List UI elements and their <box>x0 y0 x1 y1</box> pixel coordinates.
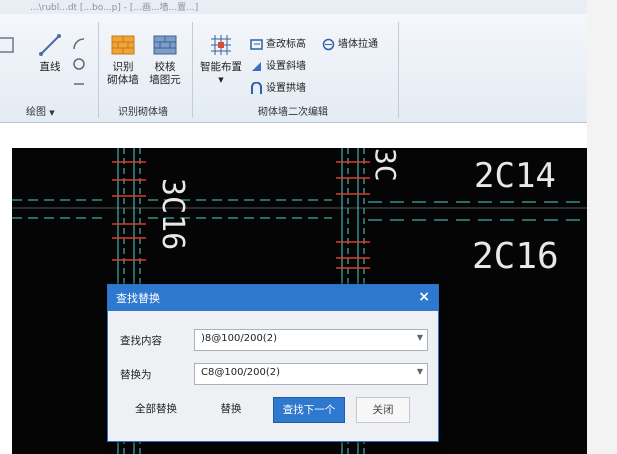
replace-with-label: 替换为 <box>120 369 152 381</box>
chevron-down-icon: ▼ <box>416 333 423 342</box>
wall-extend-button[interactable]: 墙体拉通 <box>322 34 378 50</box>
screen: ...\rubl...dt [...bo...p] - [...画...墙...… <box>0 0 617 454</box>
identify-masonry-wall-button[interactable]: 识别 砌体墙 <box>103 32 143 87</box>
straight-line-button[interactable]: 直线 <box>30 32 70 74</box>
find-content-label: 查找内容 <box>120 335 162 347</box>
identify-group-label: 识别砌体墙 <box>118 107 168 118</box>
replace-button[interactable]: 替换 <box>208 397 254 421</box>
partial-icon <box>0 32 17 58</box>
circle-tool-button[interactable] <box>72 56 86 75</box>
circle-icon <box>73 58 85 70</box>
check-elevation-button[interactable]: 查改标高 <box>250 34 306 50</box>
find-next-button[interactable]: 查找下一个 <box>273 397 345 423</box>
grid-layout-icon <box>208 32 234 58</box>
title-bar: ...\rubl...dt [...bo...p] - [...画...墙...… <box>0 0 595 14</box>
point-tool-button[interactable] <box>72 76 86 95</box>
chevron-down-icon: ▼ <box>416 367 423 376</box>
close-button[interactable]: 关闭 <box>356 397 410 423</box>
group-separator <box>192 22 193 118</box>
slope-wall-icon <box>250 58 263 71</box>
smart-layout-button[interactable]: 智能布置 ▼ <box>198 32 244 87</box>
replace-with-combobox[interactable]: C8@100/200(2) ▼ <box>194 363 428 385</box>
ribbon-gap <box>0 123 595 148</box>
window-title: ...\rubl...dt [...bo...p] - [...画...墙...… <box>30 3 199 13</box>
brick-wall-blue-icon <box>152 32 178 58</box>
draw-group-label[interactable]: 绘图 ▼ <box>26 103 55 118</box>
replace-with-value: C8@100/200(2) <box>201 367 281 378</box>
find-replace-dialog: 查找替换 × 查找内容 )8@100/200(2) ▼ 替换为 C8@100/2… <box>107 284 439 442</box>
arch-wall-icon <box>250 80 263 94</box>
rebar-label-2c16: 2C16 <box>472 236 559 277</box>
set-arch-wall-button[interactable]: 设置拱墙 <box>250 78 306 94</box>
chevron-down-icon: ▼ <box>218 76 224 84</box>
edit-group-label: 砌体墙二次编辑 <box>258 107 328 118</box>
find-content-combobox[interactable]: )8@100/200(2) ▼ <box>194 329 428 351</box>
background-margin <box>587 0 617 454</box>
identify-label-2: 砌体墙 <box>107 74 139 86</box>
smart-layout-label: 智能布置 <box>200 61 242 73</box>
rebar-label-3c: 3C <box>369 148 402 182</box>
dialog-title-bar[interactable]: 查找替换 × <box>108 285 438 311</box>
wall-extend-icon <box>322 36 335 50</box>
partial-draw-button[interactable] <box>0 32 24 61</box>
close-icon[interactable]: × <box>418 289 430 305</box>
set-slope-wall-button[interactable]: 设置斜墙 <box>250 56 306 72</box>
chevron-down-icon: ▼ <box>49 109 55 117</box>
rebar-label-2c14: 2C14 <box>474 156 556 196</box>
arc-tool-button[interactable] <box>72 36 86 55</box>
elevation-icon <box>250 36 263 50</box>
point-icon <box>74 83 84 85</box>
straight-line-label: 直线 <box>39 61 61 73</box>
ribbon-toolbar: 直线 绘图 ▼ 识别 砌体墙 校核 墙图元 识别砌体墙 智能布置 ▼ 查改标高 … <box>0 14 595 123</box>
group-separator <box>98 22 99 118</box>
rebar-label-3c16: 3C16 <box>155 178 190 251</box>
check-wall-element-button[interactable]: 校核 墙图元 <box>145 32 185 87</box>
check-label-2: 墙图元 <box>149 74 181 86</box>
brick-wall-orange-icon <box>110 32 136 58</box>
dialog-title: 查找替换 <box>116 292 160 305</box>
arc-icon <box>73 38 85 50</box>
group-separator <box>398 22 399 118</box>
identify-label-1: 识别 <box>112 61 134 73</box>
replace-all-button[interactable]: 全部替换 <box>128 397 184 421</box>
find-content-value: )8@100/200(2) <box>201 333 277 344</box>
line-icon <box>37 32 63 58</box>
check-label-1: 校核 <box>154 61 176 73</box>
